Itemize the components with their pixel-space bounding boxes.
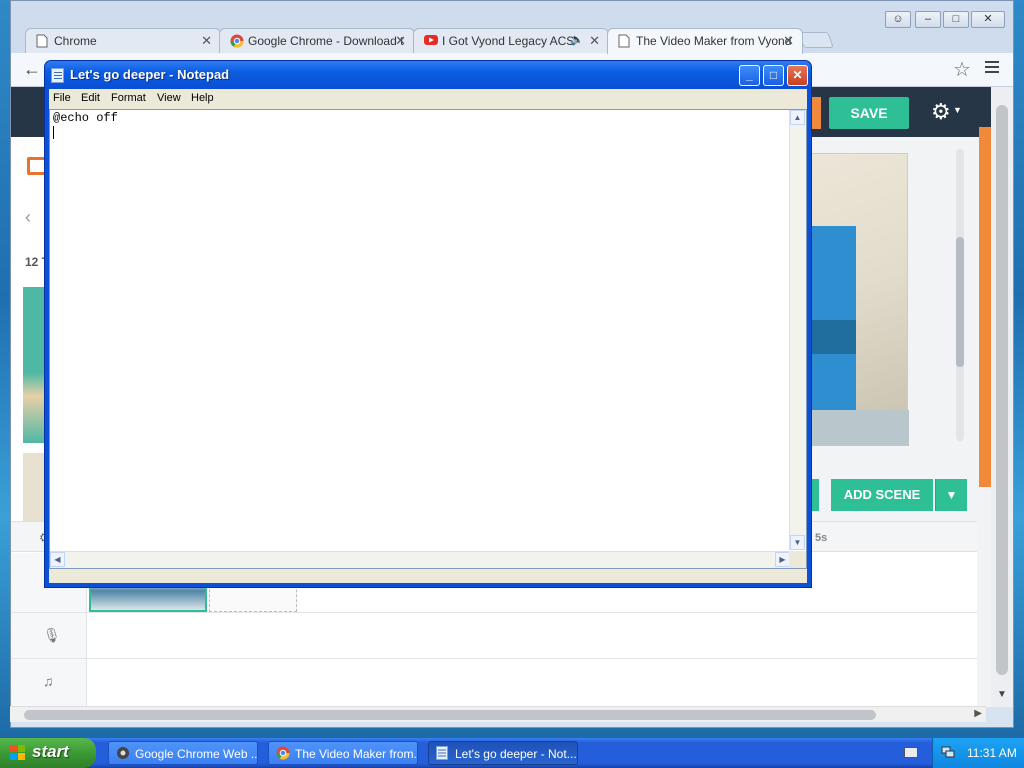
chevron-left-icon[interactable]: ‹ xyxy=(25,207,31,228)
notepad-icon xyxy=(51,68,64,83)
tab-chrome[interactable]: Chrome ✕ xyxy=(25,28,221,53)
taskbar-item-vyond[interactable]: The Video Maker from... xyxy=(268,741,418,765)
add-scene-button[interactable]: ADD SCENE xyxy=(831,479,933,511)
notepad-menubar: File Edit Format View Help xyxy=(49,89,807,109)
scroll-down-arrow-icon[interactable]: ▼ xyxy=(997,689,1007,700)
taskbar-item-chrome-web[interactable]: Google Chrome Web ... xyxy=(108,741,258,765)
new-tab-button[interactable] xyxy=(798,32,834,48)
close-icon[interactable]: ✕ xyxy=(201,33,212,49)
taskbar-item-notepad[interactable]: Let's go deeper - Not... xyxy=(428,741,578,765)
taskbar-item-label: Let's go deeper - Not... xyxy=(455,747,577,761)
taskbar-item-label: The Video Maker from... xyxy=(295,747,418,761)
user-button[interactable]: ☺ xyxy=(885,11,911,28)
text-caret xyxy=(53,126,54,139)
notepad-icon xyxy=(436,746,450,760)
notepad-window: Let's go deeper - Notepad _ □ ✕ File Edi… xyxy=(44,60,812,588)
stage-scrollbar[interactable] xyxy=(956,149,964,441)
orange-sidebar-strip xyxy=(979,127,991,487)
tab-title: The Video Maker from Vyond xyxy=(636,34,792,48)
keyboard-icon[interactable] xyxy=(904,747,918,758)
menu-icon[interactable] xyxy=(985,61,999,76)
speaker-icon[interactable]: 🔈 xyxy=(570,33,584,46)
scroll-down-arrow-icon[interactable]: ▼ xyxy=(790,535,805,550)
stage-door-shadow xyxy=(812,320,856,354)
clock: 11:31 AM xyxy=(967,746,1017,760)
notepad-text-area[interactable]: @echo off ▲ ▼ ◀ ▶ xyxy=(49,109,807,569)
scroll-up-arrow-icon[interactable]: ▲ xyxy=(790,110,805,125)
resize-grip-icon[interactable] xyxy=(789,551,806,568)
start-label: start xyxy=(32,742,69,761)
chrome-icon xyxy=(276,746,290,760)
menu-help[interactable]: Help xyxy=(191,92,214,104)
stage-scroll-thumb[interactable] xyxy=(956,237,964,367)
close-button[interactable]: ✕ xyxy=(971,11,1005,28)
page-icon xyxy=(36,34,49,49)
chrome-web-icon xyxy=(116,746,130,760)
taskbar: start Google Chrome Web ... The Video Ma… xyxy=(0,738,1024,768)
chrome-icon xyxy=(230,34,244,49)
page-vertical-scrollbar[interactable]: ▼ xyxy=(991,87,1013,707)
tab-title: Google Chrome - Download t xyxy=(248,34,404,48)
orange-button[interactable] xyxy=(811,97,821,129)
scroll-right-arrow-icon[interactable]: ▶ xyxy=(974,708,982,719)
scroll-left-arrow-icon[interactable]: ◀ xyxy=(50,552,65,567)
page-hscroll-thumb[interactable] xyxy=(24,710,876,720)
tab-google-chrome-download[interactable]: Google Chrome - Download t ✕ xyxy=(219,28,415,53)
minimize-button[interactable]: _ xyxy=(739,65,760,86)
track-header: ♫ xyxy=(11,659,87,707)
gear-icon[interactable]: ⚙ xyxy=(931,99,951,125)
track-header: 🎙 xyxy=(11,613,87,658)
stage-floor xyxy=(812,410,909,446)
bookmark-star-icon[interactable]: ☆ xyxy=(953,57,971,82)
save-button[interactable]: SAVE xyxy=(829,97,909,129)
notepad-vertical-scrollbar[interactable]: ▲ ▼ xyxy=(789,110,806,550)
notepad-titlebar[interactable]: Let's go deeper - Notepad _ □ ✕ xyxy=(45,61,811,89)
window-title: Let's go deeper - Notepad xyxy=(70,67,230,82)
windows-logo-icon xyxy=(10,745,26,761)
close-icon[interactable]: ✕ xyxy=(783,33,794,49)
music-note-icon: ♫ xyxy=(43,673,54,689)
stage-preview[interactable] xyxy=(811,153,909,446)
taskbar-item-label: Google Chrome Web ... xyxy=(135,747,258,761)
menu-file[interactable]: File xyxy=(53,92,71,104)
microphone-icon: 🎙 xyxy=(43,627,61,643)
start-button[interactable]: start xyxy=(0,738,96,768)
music-track: ♫ xyxy=(11,659,977,708)
chevron-down-icon[interactable]: ▼ xyxy=(935,479,967,511)
tab-vyond[interactable]: The Video Maker from Vyond ✕ xyxy=(607,28,803,54)
page-horizontal-scrollbar[interactable]: ▶ xyxy=(10,706,986,722)
maximize-button[interactable]: □ xyxy=(763,65,784,86)
youtube-icon xyxy=(424,34,438,49)
close-icon[interactable]: ✕ xyxy=(395,33,406,49)
notepad-content: @echo off xyxy=(53,111,118,125)
tab-title: Chrome xyxy=(54,34,97,48)
system-tray: 11:31 AM xyxy=(932,738,1024,768)
scroll-right-arrow-icon[interactable]: ▶ xyxy=(775,552,790,567)
notepad-horizontal-scrollbar[interactable]: ◀ ▶ xyxy=(50,551,790,568)
notepad-bottom-frame xyxy=(49,569,807,583)
menu-format[interactable]: Format xyxy=(111,92,146,104)
close-button[interactable]: ✕ xyxy=(787,65,808,86)
network-icon[interactable] xyxy=(941,745,955,759)
minimize-button[interactable]: – xyxy=(915,11,941,28)
tab-youtube[interactable]: I Got Vyond Legacy ACS 🔈 ✕ xyxy=(413,28,609,53)
restore-button[interactable]: □ xyxy=(943,11,969,28)
caret-down-icon[interactable]: ▼ xyxy=(953,105,962,115)
back-arrow-icon[interactable]: ← xyxy=(23,59,41,80)
voice-track: 🎙 xyxy=(11,613,977,659)
menu-edit[interactable]: Edit xyxy=(81,92,100,104)
chrome-titlebar: ☺ – □ ✕ Chrome ✕ Google Chrome - Downloa… xyxy=(11,1,1013,54)
page-scroll-thumb[interactable] xyxy=(996,105,1008,675)
tab-title: I Got Vyond Legacy ACS xyxy=(442,34,575,48)
close-icon[interactable]: ✕ xyxy=(589,33,600,49)
page-icon xyxy=(618,34,631,49)
ruler-tick-label: 5s xyxy=(815,532,828,544)
menu-view[interactable]: View xyxy=(157,92,181,104)
